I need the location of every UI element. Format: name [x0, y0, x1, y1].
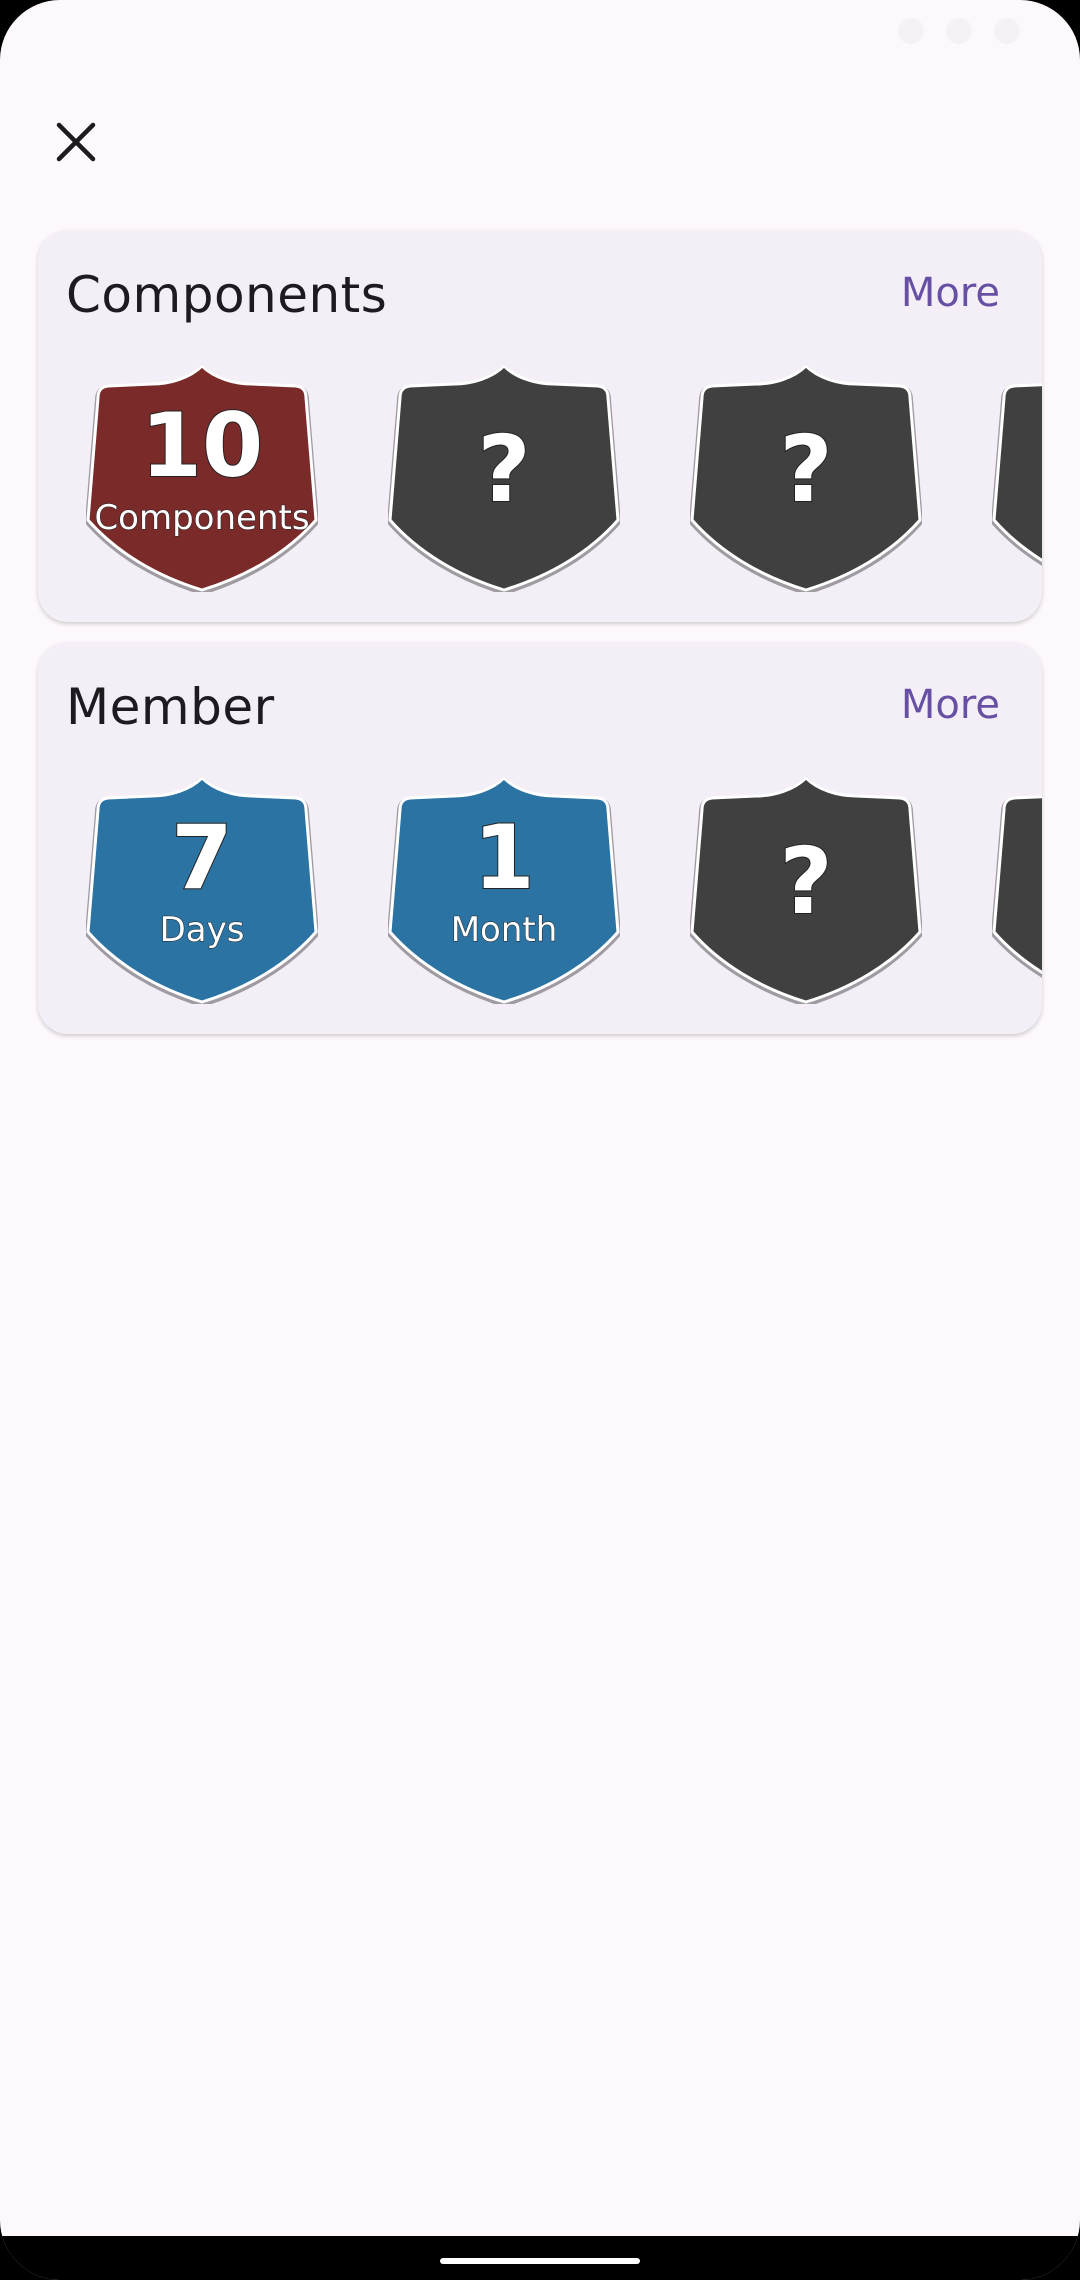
battery-icon	[994, 18, 1020, 44]
components-section-card: Components More 10 Components ? ?	[38, 230, 1042, 622]
badge-label: Days	[159, 910, 245, 951]
navigation-bar	[0, 2236, 1080, 2280]
more-button[interactable]: More	[901, 682, 1000, 728]
shield-icon	[992, 795, 1042, 978]
badge-row: 7 Days 1 Month ?	[86, 772, 1042, 1012]
badge-locked[interactable]: ?	[690, 360, 922, 592]
badge-value: 7	[170, 806, 233, 909]
close-icon	[56, 122, 96, 162]
badge-row: 10 Components ? ?	[86, 360, 1042, 600]
more-button[interactable]: More	[901, 270, 1000, 316]
badge-value: 1	[472, 806, 535, 909]
badge-label: Month	[450, 910, 558, 951]
signal-icon	[946, 18, 972, 44]
badge-value: ?	[778, 416, 833, 523]
badge-value: ?	[476, 416, 531, 523]
home-gesture-handle[interactable]	[440, 2258, 640, 2264]
section-title: Member	[66, 678, 275, 736]
badge-1-month[interactable]: 1 Month	[388, 772, 620, 1004]
badge-locked[interactable]: ?	[388, 360, 620, 592]
section-title: Components	[66, 266, 388, 324]
shield-icon	[992, 383, 1042, 566]
status-bar	[0, 0, 1080, 64]
badge-10-components[interactable]: 10 Components	[86, 360, 318, 592]
badge-value: ?	[778, 828, 833, 935]
member-section-card: Member More 7 Days 1 Month ?	[38, 642, 1042, 1034]
achievements-screen: Components More 10 Components ? ? Member…	[0, 0, 1080, 2280]
badge-label: Components	[94, 498, 310, 539]
badge-value: 10	[140, 394, 264, 497]
status-icons	[898, 18, 1020, 44]
badge-7-days[interactable]: 7 Days	[86, 772, 318, 1004]
wifi-icon	[898, 18, 924, 44]
close-button[interactable]	[44, 110, 108, 174]
badge-locked-partial[interactable]	[992, 360, 1042, 592]
badge-locked-partial[interactable]	[992, 772, 1042, 1004]
badge-locked[interactable]: ?	[690, 772, 922, 1004]
